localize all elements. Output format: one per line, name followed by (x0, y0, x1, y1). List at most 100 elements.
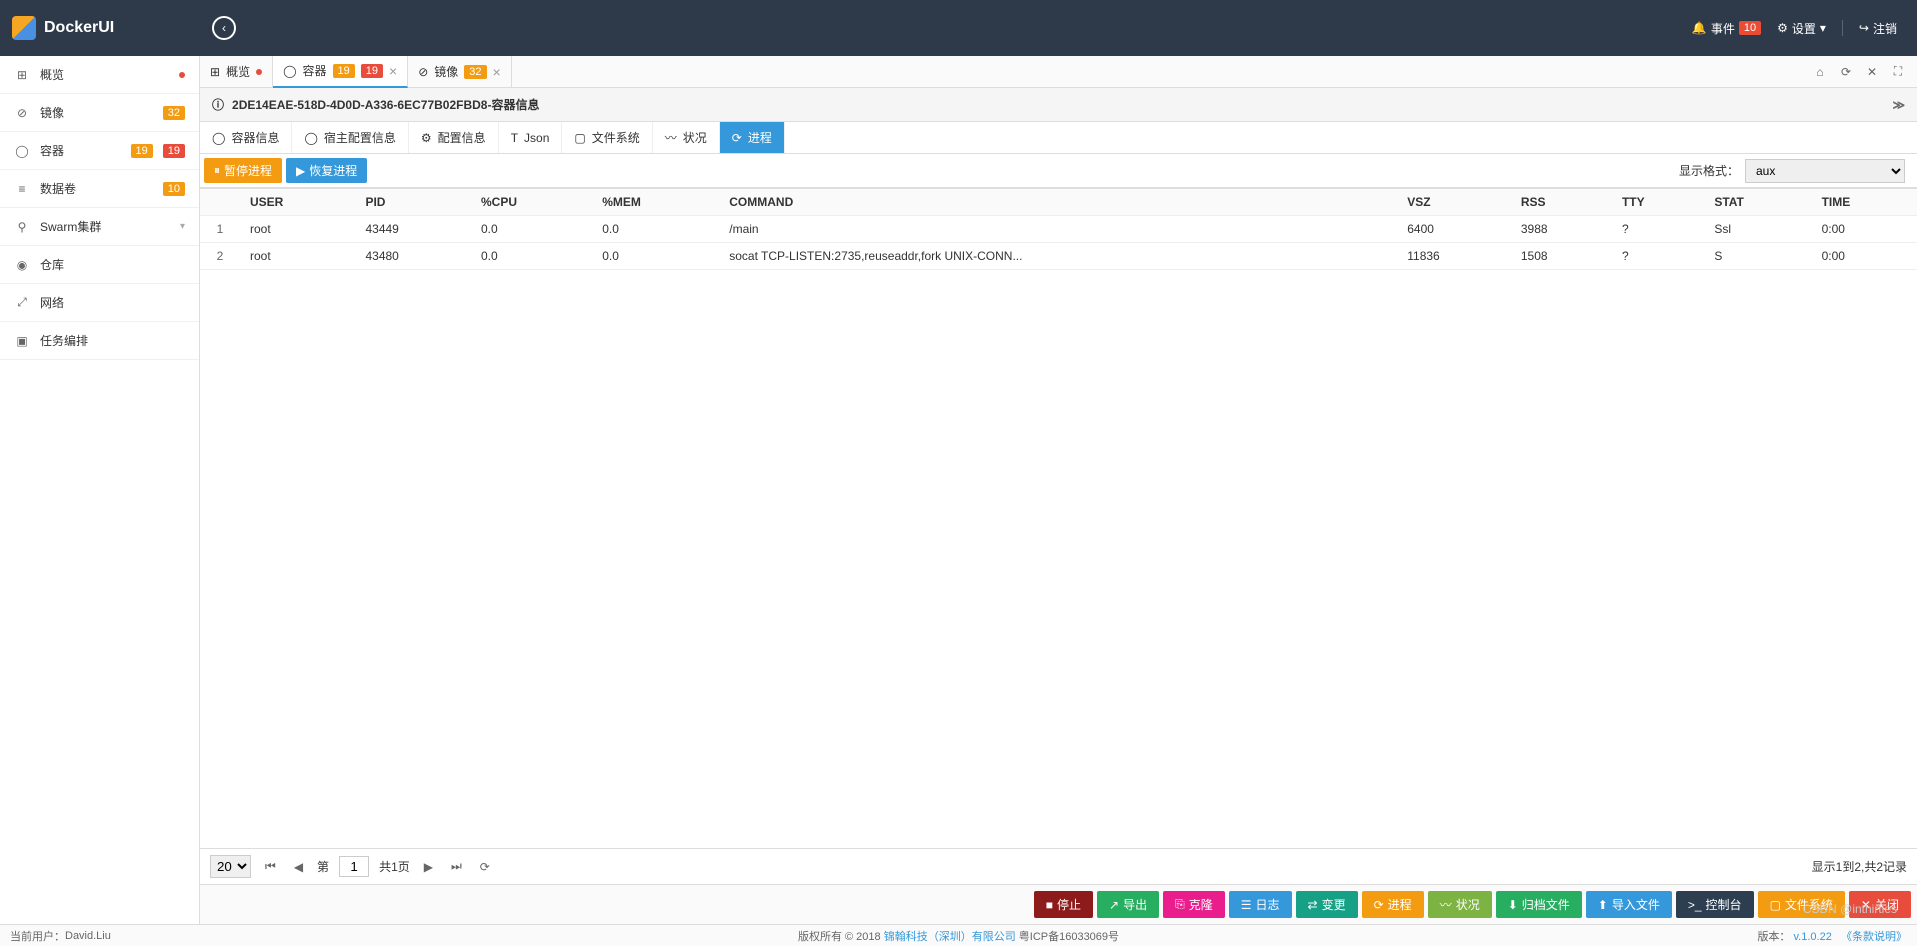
prev-page-button[interactable]: ◀ (290, 858, 307, 876)
action-button-1[interactable]: ↗导出 (1097, 891, 1159, 918)
subtab-3[interactable]: TJson (499, 122, 563, 153)
cell-command: /main (719, 216, 1397, 243)
column-header[interactable]: PID (355, 189, 471, 216)
column-header[interactable]: VSZ (1397, 189, 1511, 216)
column-header[interactable]: TTY (1612, 189, 1704, 216)
back-button[interactable]: ‹ (212, 16, 236, 40)
page-input[interactable] (339, 856, 369, 877)
subtab-2[interactable]: ⚙配置信息 (409, 122, 499, 153)
sidebar-label: 概览 (40, 66, 169, 83)
company-link[interactable]: 锦翰科技（深圳）有限公司 (884, 931, 1016, 943)
subtab-icon: ⚙ (421, 131, 432, 145)
action-button-7[interactable]: ⬇归档文件 (1496, 891, 1582, 918)
footer: 当前用户： David.Liu 版权所有 © 2018 锦翰科技（深圳）有限公司… (0, 924, 1917, 946)
close-icon[interactable]: × (493, 64, 501, 80)
tab-2[interactable]: ⊘镜像32× (408, 56, 512, 88)
bell-icon: 🔔 (1692, 21, 1707, 35)
events-button[interactable]: 🔔 事件 10 (1692, 20, 1761, 37)
sidebar-item-6[interactable]: ⤢网络 (0, 284, 199, 322)
pause-process-button[interactable]: ⏸ 暂停进程 (204, 158, 282, 183)
subtab-1[interactable]: ◯ 宿主配置信息 (292, 122, 408, 153)
refresh-page-button[interactable]: ⟳ (476, 858, 494, 876)
action-icon: ▢ (1770, 898, 1781, 912)
subtab-6[interactable]: ⟳进程 (720, 122, 785, 153)
subtab-icon: ◯ (304, 131, 317, 145)
action-button-5[interactable]: ⟳进程 (1362, 891, 1424, 918)
sidebar-icon: ⤢ (14, 295, 30, 310)
settings-button[interactable]: ⚙ 设置 ▾ (1777, 20, 1826, 37)
terms-link[interactable]: 《条款说明》 (1841, 931, 1907, 943)
column-header[interactable]: RSS (1511, 189, 1612, 216)
process-table-wrap: USERPID%CPU%MEMCOMMANDVSZRSSTTYSTATTIME … (200, 188, 1917, 848)
refresh-button[interactable]: ⟳ (1835, 61, 1857, 83)
sidebar-icon: ⚲ (14, 220, 30, 234)
home-button[interactable]: ⌂ (1809, 61, 1831, 83)
action-button-3[interactable]: ☰日志 (1229, 891, 1292, 918)
action-button-6[interactable]: 〰状况 (1428, 891, 1492, 918)
count-badge: 19 (163, 144, 185, 158)
column-header[interactable]: COMMAND (719, 189, 1397, 216)
row-index: 2 (200, 243, 240, 270)
version-link[interactable]: v.1.0.22 (1794, 931, 1832, 943)
resume-label: 恢复进程 (309, 162, 357, 179)
action-button-10[interactable]: ▢ 文件系统 (1758, 891, 1845, 918)
current-user-label: 当前用户： (10, 928, 65, 944)
action-button-8[interactable]: ⬆导入文件 (1586, 891, 1672, 918)
column-header[interactable]: TIME (1812, 189, 1917, 216)
expand-button[interactable]: ≫ (1892, 98, 1905, 112)
tab-icon: ⊘ (418, 65, 428, 79)
action-label: 变更 (1322, 896, 1346, 913)
action-button-4[interactable]: ⇄变更 (1296, 891, 1358, 918)
action-button-9[interactable]: >_控制台 (1676, 891, 1754, 918)
subtab-icon: ▢ (574, 131, 585, 145)
cell-pid: 43480 (355, 243, 471, 270)
tab-label: 镜像 (434, 63, 458, 80)
tab-0[interactable]: ⊞概览 (200, 56, 273, 88)
sidebar-item-2[interactable]: ◯容器1919 (0, 132, 199, 170)
sidebar-item-7[interactable]: ▣任务编排 (0, 322, 199, 360)
resume-process-button[interactable]: ▶ 恢复进程 (286, 158, 367, 183)
table-row[interactable]: 1root434490.00.0/main64003988?Ssl0:00 (200, 216, 1917, 243)
sidebar-item-5[interactable]: ◉仓库 (0, 246, 199, 284)
column-header[interactable]: %CPU (471, 189, 592, 216)
close-icon[interactable]: × (389, 63, 397, 79)
tab-label: 概览 (226, 63, 250, 80)
sidebar-item-3[interactable]: ≡数据卷10 (0, 170, 199, 208)
subtab-label: 宿主配置信息 (324, 129, 396, 146)
close-tab-button[interactable]: ✕ (1861, 61, 1883, 83)
action-icon: ⎘ (1175, 897, 1185, 912)
sidebar: ⊞概览⊘镜像32◯容器1919≡数据卷10⚲Swarm集群▾◉仓库⤢网络▣任务编… (0, 56, 200, 924)
subtab-0[interactable]: ◯容器信息 (200, 122, 292, 153)
action-label: 归档文件 (1522, 896, 1570, 913)
action-label: 文件系统 (1785, 896, 1833, 913)
events-count-badge: 10 (1739, 21, 1761, 35)
column-header[interactable]: USER (240, 189, 355, 216)
table-row[interactable]: 2root434800.00.0socat TCP-LISTEN:2735,re… (200, 243, 1917, 270)
logout-label: 注销 (1873, 20, 1897, 37)
sidebar-label: 任务编排 (40, 332, 185, 349)
first-page-button[interactable]: ⏮ (261, 857, 280, 876)
format-label: 显示格式： (1679, 162, 1739, 179)
sidebar-item-1[interactable]: ⊘镜像32 (0, 94, 199, 132)
action-button-2[interactable]: ⎘克隆 (1163, 891, 1225, 918)
subtab-5[interactable]: 〰状况 (653, 122, 720, 153)
page-size-select[interactable]: 20 (210, 855, 251, 878)
next-page-button[interactable]: ▶ (420, 858, 437, 876)
subtabs: ◯容器信息 ◯ 宿主配置信息 ⚙配置信息TJson▢文件系统〰状况⟳进程 (200, 122, 1917, 154)
format-select[interactable]: aux (1745, 159, 1905, 183)
fullscreen-button[interactable]: ⛶ (1887, 61, 1909, 83)
column-header[interactable]: STAT (1704, 189, 1811, 216)
cell-pid: 43449 (355, 216, 471, 243)
action-label: 进程 (1388, 896, 1412, 913)
tab-1[interactable]: ◯容器1919× (273, 56, 408, 88)
action-button-0[interactable]: ■停止 (1034, 891, 1093, 918)
sidebar-item-0[interactable]: ⊞概览 (0, 56, 199, 94)
cell-rss: 3988 (1511, 216, 1612, 243)
action-button-11[interactable]: ✕关闭 (1849, 891, 1911, 918)
column-header[interactable]: %MEM (592, 189, 719, 216)
logout-button[interactable]: ↪ 注销 (1859, 20, 1897, 37)
subtab-4[interactable]: ▢文件系统 (562, 122, 652, 153)
last-page-button[interactable]: ⏭ (447, 857, 466, 876)
sidebar-item-4[interactable]: ⚲Swarm集群▾ (0, 208, 199, 246)
column-header[interactable] (200, 189, 240, 216)
